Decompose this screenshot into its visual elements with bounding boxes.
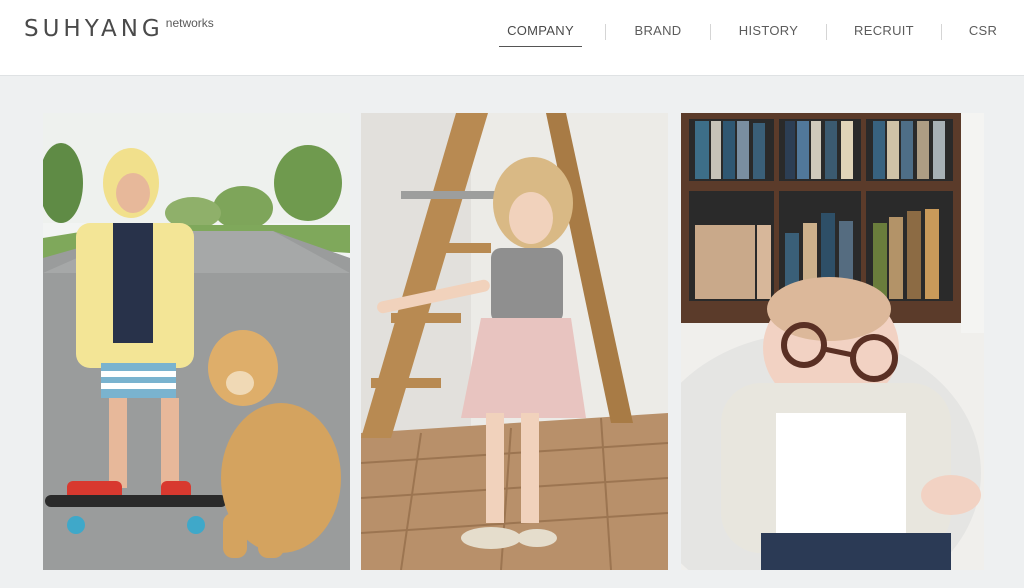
photo-gallery <box>0 76 1024 588</box>
photo-baby-with-glasses-image <box>681 113 984 570</box>
photo-baby-with-glasses[interactable] <box>681 113 984 570</box>
main-nav: COMPANY BRAND HISTORY RECRUIT CSR <box>499 18 1024 47</box>
brand-name: SUHYANG <box>24 16 164 42</box>
nav-item-recruit[interactable]: RECRUIT <box>827 18 941 46</box>
photo-girl-with-ladder[interactable] <box>361 113 668 570</box>
photo-boy-with-dog[interactable] <box>43 113 350 570</box>
brand-suffix: networks <box>165 16 214 30</box>
nav-item-csr[interactable]: CSR <box>942 18 1024 46</box>
nav-item-history[interactable]: HISTORY <box>711 18 826 46</box>
photo-boy-with-dog-image <box>43 113 350 570</box>
site-header: SUHYANG networks COMPANY BRAND HISTORY R… <box>0 0 1024 76</box>
nav-item-company[interactable]: COMPANY <box>499 18 582 47</box>
photo-girl-with-ladder-image <box>361 113 668 570</box>
brand-logo[interactable]: SUHYANG networks <box>24 14 214 44</box>
nav-item-brand[interactable]: BRAND <box>606 18 710 46</box>
